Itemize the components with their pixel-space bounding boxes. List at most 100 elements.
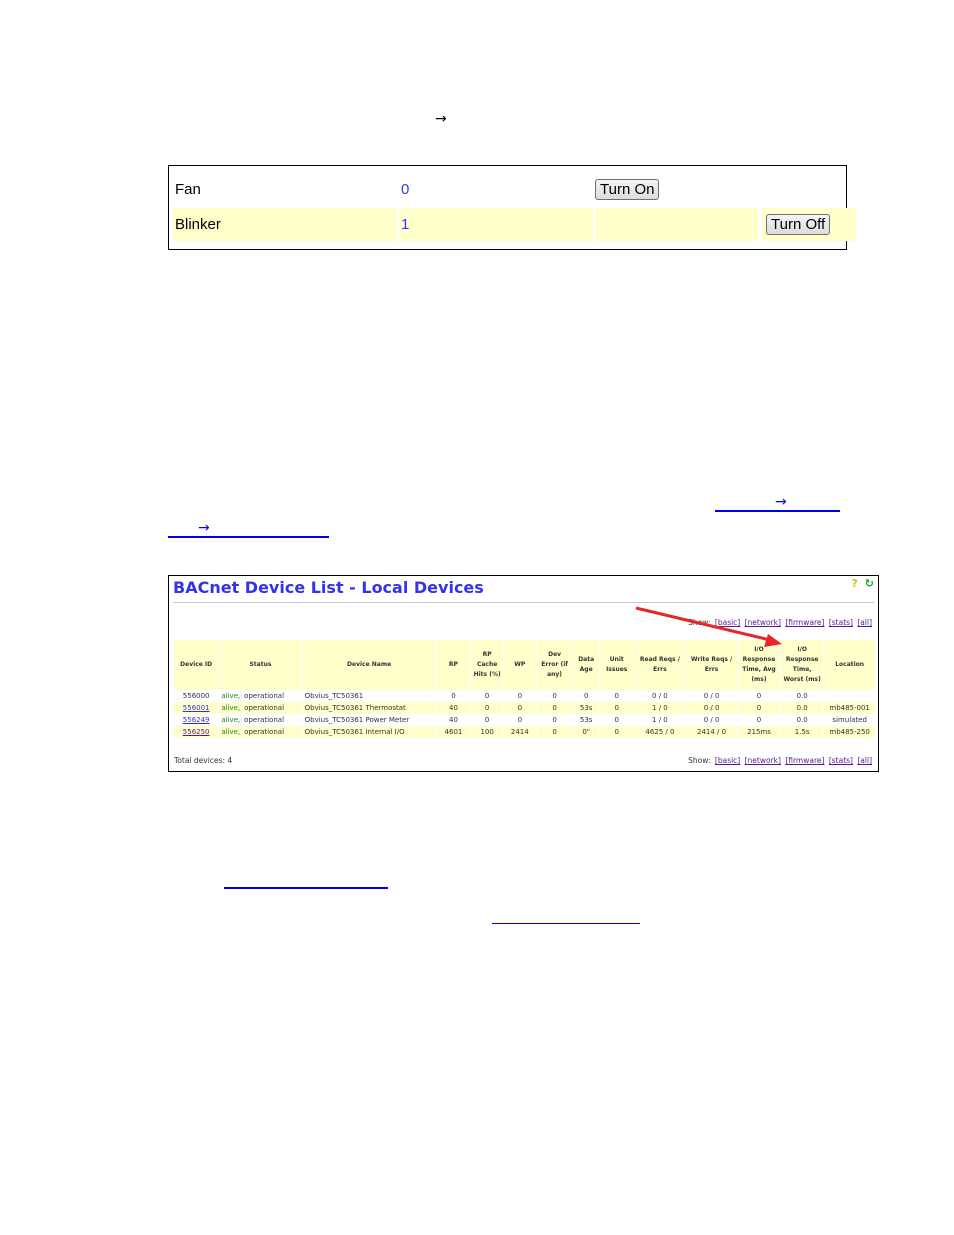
wp-cell: 2414 xyxy=(503,726,536,738)
device-name-cell: Obvius_TC50361 Thermostat xyxy=(302,702,436,714)
io-avg-cell: 215ms xyxy=(737,726,781,738)
wp-cell: 0 xyxy=(503,702,536,714)
point-name: Blinker xyxy=(173,208,397,241)
col-rp[interactable]: RP xyxy=(436,640,471,690)
location-cell: mb485-250 xyxy=(824,726,875,738)
io-avg-cell: 0 xyxy=(756,716,762,724)
data-age-cell: 0 xyxy=(583,692,589,700)
link-arrow: → xyxy=(198,520,210,536)
dev-error-cell: 0 xyxy=(552,716,557,724)
write-reqs-cell: 2414 / 0 xyxy=(686,726,737,738)
col-read[interactable]: Read Reqs / Errs xyxy=(634,640,686,690)
show-filter-bottom: Show: [basic] [network] [firmware] [stat… xyxy=(688,756,872,765)
table-row: 556001 alive, operational Obvius_TC50361 Th… xyxy=(174,702,875,714)
device-table: Device ID Status Device Name RP RP Cache… xyxy=(173,640,876,738)
col-write[interactable]: Write Reqs / Errs xyxy=(686,640,737,690)
status-cell: alive, operational xyxy=(219,714,301,726)
control-row-blinker: Blinker 1 Turn Off xyxy=(173,208,856,241)
col-status[interactable]: Status xyxy=(219,640,302,690)
status-operational: operational xyxy=(244,692,285,700)
col-wp[interactable]: WP xyxy=(503,640,536,690)
unit-issues-cell: 0 xyxy=(599,702,634,714)
data-age-cell: 53s xyxy=(579,716,593,724)
write-reqs-cell: 0 / 0 xyxy=(703,716,720,724)
table-row: 556250 alive, operational Obvius_TC50361 In… xyxy=(174,726,875,738)
show-label: Show: xyxy=(688,756,711,765)
status-operational: operational xyxy=(244,704,285,712)
col-data-age[interactable]: Data Age xyxy=(573,640,599,690)
show-firmware-link[interactable]: [firmware] xyxy=(785,618,824,627)
rp-cache-cell: 100 xyxy=(471,726,503,738)
hyperlink-underline[interactable] xyxy=(168,536,329,538)
show-firmware-link[interactable]: [firmware] xyxy=(785,756,824,765)
hyperlink-underline[interactable] xyxy=(715,510,840,512)
unit-issues-cell: 0 xyxy=(614,716,619,724)
device-name-cell: Obvius_TC50361 Internal I/O xyxy=(302,726,436,738)
point-value: 1 xyxy=(399,208,593,241)
io-worst-cell: 0.0 xyxy=(796,716,808,724)
rp-cell: 4601 xyxy=(436,726,471,738)
device-id-link[interactable]: 556249 xyxy=(183,716,210,724)
location-cell: mb485-001 xyxy=(824,702,875,714)
hyperlink-underline[interactable] xyxy=(492,923,640,924)
help-icon[interactable]: ? xyxy=(852,577,858,590)
device-id-link[interactable]: 556001 xyxy=(183,704,210,712)
rp-cache-cell: 0 xyxy=(484,692,490,700)
table-row: 556000 alive, operational Obvius_TC50361 0 0 0… xyxy=(174,690,875,702)
status-operational: operational xyxy=(244,716,285,724)
show-basic-link[interactable]: [basic] xyxy=(715,618,740,627)
device-id-cell: 556001 xyxy=(174,702,219,714)
control-row-fan: Fan 0 Turn On xyxy=(173,173,846,206)
col-io-avg[interactable]: I/O Response Time, Avg (ms) xyxy=(737,640,781,690)
data-age-cell: 0" xyxy=(573,726,599,738)
location-cell xyxy=(824,690,875,702)
show-all-link[interactable]: [all] xyxy=(857,756,872,765)
status-operational: operational xyxy=(244,728,285,736)
show-network-link[interactable]: [network] xyxy=(745,756,781,765)
col-unit-issues[interactable]: Unit Issues xyxy=(599,640,634,690)
arrow-glyph: → xyxy=(435,111,447,127)
turn-off-button[interactable]: Turn Off xyxy=(766,214,831,235)
show-all-link[interactable]: [all] xyxy=(857,618,872,627)
device-id-link[interactable]: 556250 xyxy=(183,728,210,736)
unit-issues-cell: 0 xyxy=(614,692,619,700)
status-cell: alive, operational xyxy=(219,690,301,702)
io-avg-cell: 0 xyxy=(756,692,762,700)
read-reqs-cell: 1 / 0 xyxy=(652,716,668,724)
col-rp-cache[interactable]: RP Cache Hits (%) xyxy=(471,640,503,690)
turn-on-button[interactable]: Turn On xyxy=(595,179,660,200)
show-basic-link[interactable]: [basic] xyxy=(715,756,740,765)
write-reqs-cell: 0 / 0 xyxy=(686,702,737,714)
show-filter-top: Show: [basic] [network] [firmware] [stat… xyxy=(688,618,872,627)
col-location[interactable]: Location xyxy=(824,640,875,690)
read-reqs-cell: 4625 / 0 xyxy=(634,726,686,738)
col-device-name[interactable]: Device Name xyxy=(302,640,436,690)
dev-error-cell: 0 xyxy=(552,692,557,700)
data-age-cell: 53s xyxy=(573,702,599,714)
col-io-worst[interactable]: I/O Response Time, Worst (ms) xyxy=(781,640,824,690)
location-cell: simulated xyxy=(832,716,867,724)
show-network-link[interactable]: [network] xyxy=(745,618,781,627)
table-row: 556249 alive, operational Obvius_TC50361 Po… xyxy=(174,714,875,726)
status-alive: alive, xyxy=(221,728,241,736)
show-stats-link[interactable]: [stats] xyxy=(829,618,853,627)
write-reqs-cell: 0 / 0 xyxy=(703,692,720,700)
rp-cell: 40 xyxy=(448,716,458,724)
io-worst-cell: 1.5s xyxy=(781,726,824,738)
col-device-id[interactable]: Device ID xyxy=(174,640,219,690)
io-worst-cell: 0.0 xyxy=(796,692,808,700)
point-name: Fan xyxy=(175,181,201,198)
show-stats-link[interactable]: [stats] xyxy=(829,756,853,765)
device-name-cell: Obvius_TC50361 Power Meter xyxy=(304,716,410,724)
point-control-panel: Fan 0 Turn On Blinker 1 Turn Off xyxy=(168,165,856,250)
refresh-icon[interactable]: ↻ xyxy=(865,577,874,590)
link-arrow: → xyxy=(775,494,787,510)
dev-error-cell: 0 xyxy=(536,726,573,738)
read-reqs-cell: 1 / 0 xyxy=(634,702,686,714)
col-dev-error[interactable]: Dev Error (if any) xyxy=(536,640,573,690)
rp-cell: 40 xyxy=(436,702,471,714)
rp-cache-cell: 0 xyxy=(484,716,490,724)
device-id-cell: 556000 xyxy=(182,692,210,700)
hyperlink-underline[interactable] xyxy=(224,887,388,889)
panel-title: BACnet Device List - Local Devices xyxy=(173,578,484,597)
